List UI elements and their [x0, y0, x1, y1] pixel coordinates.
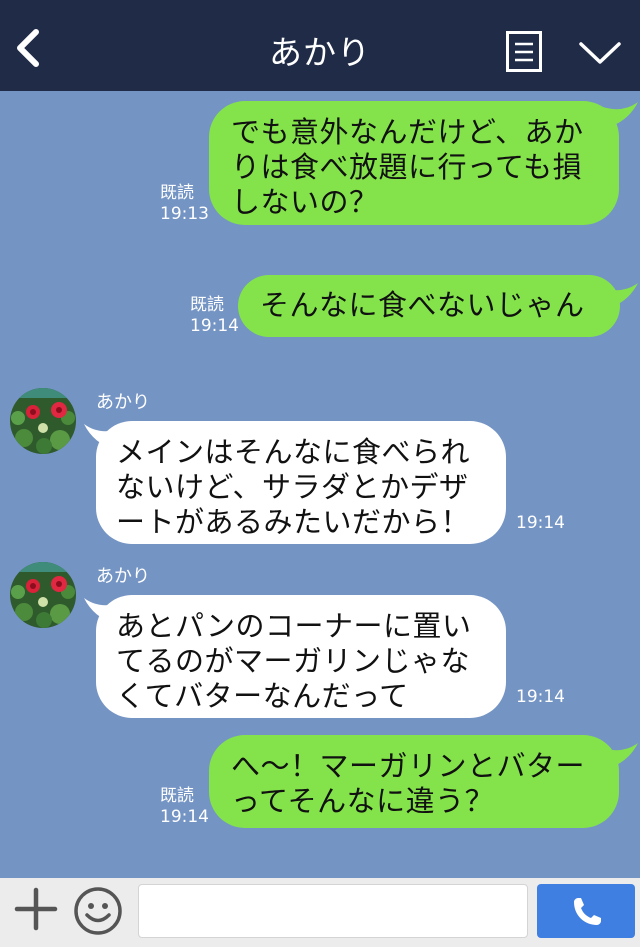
message-line: そんなに食べないじゃん [260, 288, 585, 322]
message-bubble[interactable]: あとパンのコーナーに置い てるのがマーガリンじゃな くてバターなんだって [96, 595, 506, 718]
emoji-button[interactable] [72, 885, 124, 937]
message-line: てるのがマーガリンじゃな [116, 644, 471, 678]
sender-name: あかり [96, 566, 150, 587]
sender-name: あかり [96, 392, 150, 413]
message-bubble[interactable]: そんなに食べないじゃん [238, 275, 620, 337]
chat-header: あかり [0, 0, 640, 91]
message-text-input[interactable] [138, 884, 528, 938]
read-receipt: 既読 [190, 295, 224, 315]
message-line: でも意外なんだけど、あか [231, 115, 584, 149]
collapse-button[interactable] [578, 38, 622, 68]
read-receipt: 既読 [160, 786, 194, 806]
avatar[interactable] [10, 388, 76, 454]
message-time: 19:14 [160, 807, 209, 827]
message-line: ってそんなに違う？ [231, 784, 495, 818]
add-attachment-button[interactable] [14, 887, 58, 931]
plus-icon [14, 887, 58, 931]
message-bubble[interactable]: へ～！マーガリンとバター ってそんなに違う？ [209, 735, 619, 828]
message-time: 19:14 [516, 513, 565, 533]
message-bubble[interactable]: メインはそんなに食べられ ないけど、サラダとかデザ ートがあるみたいだから！ [96, 421, 506, 544]
read-receipt: 既読 [160, 183, 194, 203]
message-line: ートがあるみたいだから！ [116, 505, 471, 539]
message-meta: 既読 19:13 [160, 183, 209, 225]
call-button[interactable] [537, 884, 635, 938]
avatar-flower-image [10, 388, 76, 454]
message-line: あとパンのコーナーに置い [116, 609, 472, 643]
avatar-flower-image [10, 562, 76, 628]
message-line: メインはそんなに食べられ [116, 435, 471, 469]
message-line: へ～！マーガリンとバター [231, 749, 586, 783]
chat-title: あかり [269, 33, 371, 72]
message-line: くてバターなんだって [116, 679, 409, 713]
message-line: りは食べ放題に行っても損 [231, 150, 583, 184]
message-bubble[interactable]: でも意外なんだけど、あか りは食べ放題に行っても損 しないの？ [209, 101, 619, 225]
chevron-down-icon [579, 42, 621, 64]
message-time: 19:13 [160, 204, 209, 224]
message-meta: 既読 19:14 [160, 786, 209, 828]
message-line: しないの？ [231, 185, 379, 219]
message-time: 19:14 [190, 316, 239, 336]
message-line: ないけど、サラダとかデザ [116, 470, 469, 504]
memo-button[interactable] [506, 31, 542, 72]
avatar[interactable] [10, 562, 76, 628]
phone-icon [574, 898, 601, 925]
memo-icon [506, 31, 542, 72]
smiley-icon [74, 887, 122, 935]
message-meta: 既読 19:14 [190, 295, 239, 337]
message-time: 19:14 [516, 687, 565, 707]
